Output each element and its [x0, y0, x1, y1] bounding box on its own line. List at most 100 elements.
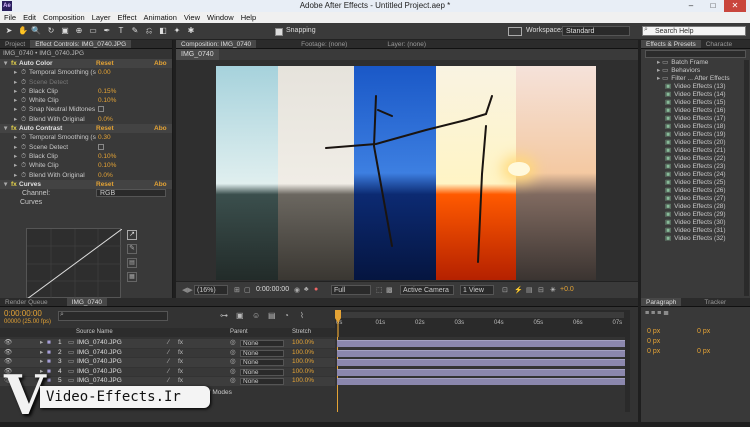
- parent-select[interactable]: None: [240, 349, 284, 357]
- timeline-scrollbar[interactable]: [625, 310, 630, 412]
- exposure-icon[interactable]: ✳: [550, 286, 556, 294]
- expand-layer-icon[interactable]: ▸: [40, 349, 43, 358]
- layer-source-icon[interactable]: ▭: [68, 358, 74, 367]
- resolution-select[interactable]: Full: [331, 285, 371, 295]
- align-right-icon[interactable]: ≡: [657, 310, 661, 317]
- space-after[interactable]: 0 px: [697, 348, 710, 355]
- about-button[interactable]: Abo: [154, 59, 167, 68]
- composition-viewer[interactable]: [216, 66, 596, 280]
- stopwatch-icon[interactable]: ⏱: [21, 96, 26, 105]
- effect-property[interactable]: ▸ ⏱ Scene Detect: [0, 143, 172, 152]
- minimize-button[interactable]: –: [680, 0, 702, 12]
- effects-tree-item[interactable]: ▣ Video Effects (25): [657, 179, 750, 187]
- stopwatch-icon[interactable]: ⏱: [21, 133, 26, 142]
- effects-tree-item[interactable]: ▣ Video Effects (22): [657, 155, 750, 163]
- effects-tree-item[interactable]: ▸ ▭ Behaviors: [657, 67, 750, 75]
- close-button[interactable]: ✕: [724, 0, 746, 12]
- about-button[interactable]: Abo: [154, 124, 167, 133]
- brush-tool-icon[interactable]: ✎: [130, 26, 140, 36]
- effects-tree-item[interactable]: ▣ Video Effects (23): [657, 163, 750, 171]
- effect-property[interactable]: ▸ ⏱ Scene Detect: [0, 78, 172, 87]
- snapping-checkbox[interactable]: [275, 28, 283, 36]
- menu-edit[interactable]: Edit: [19, 12, 39, 22]
- effects-scrollbar[interactable]: [744, 60, 749, 296]
- stretch-value[interactable]: 100.0%: [292, 368, 314, 377]
- effect-property[interactable]: ▸ ⏱ Snap Neutral Midtones: [0, 105, 172, 114]
- effect-property[interactable]: ▸ ⏱ Blend With Original 0.0%: [0, 171, 172, 180]
- expand-triangle-icon[interactable]: ▸: [14, 87, 17, 96]
- work-area-bar[interactable]: [339, 312, 624, 318]
- reset-button[interactable]: Reset: [96, 124, 114, 133]
- expand-triangle-icon[interactable]: ▸: [14, 133, 17, 142]
- fx-icon[interactable]: fx: [11, 124, 17, 133]
- expand-triangle-icon[interactable]: ▾: [4, 59, 7, 68]
- fx-icon[interactable]: fx: [11, 59, 17, 68]
- selection-tool-icon[interactable]: ➤: [4, 26, 14, 36]
- effects-tree-item[interactable]: ▸ ▭ Filter ... After Effects: [657, 75, 750, 83]
- layer-source-icon[interactable]: ▭: [68, 349, 74, 358]
- expand-triangle-icon[interactable]: ▸: [14, 152, 17, 161]
- effect-header[interactable]: ▾ fx Curves Reset Abo: [0, 179, 172, 190]
- reset-button[interactable]: Reset: [96, 59, 114, 68]
- layer-name[interactable]: IMG_0740.JPG: [77, 358, 122, 367]
- tab-composition[interactable]: Composition: IMG_0740: [176, 40, 257, 48]
- rotate-tool-icon[interactable]: ↻: [46, 26, 56, 36]
- effects-tree-item[interactable]: ▣ Video Effects (18): [657, 123, 750, 131]
- shy-switch-icon[interactable]: ⁄: [168, 349, 169, 358]
- type-tool-icon[interactable]: T: [116, 26, 126, 36]
- stopwatch-icon[interactable]: ⏱: [21, 78, 26, 87]
- fx-switch-icon[interactable]: fx: [178, 358, 183, 367]
- layer-name[interactable]: IMG_0740.JPG: [77, 339, 122, 348]
- expand-triangle-icon[interactable]: ▸: [14, 161, 17, 170]
- layer-name[interactable]: IMG_0740.JPG: [77, 349, 122, 358]
- stopwatch-icon[interactable]: ⏱: [21, 152, 26, 161]
- frame-blending-icon[interactable]: ▤: [268, 311, 276, 320]
- expand-triangle-icon[interactable]: ▸: [14, 105, 17, 114]
- show-snapshot-icon[interactable]: ♣: [304, 286, 309, 293]
- parent-pickwhip-icon[interactable]: ◎: [230, 349, 236, 358]
- mask-tool-icon[interactable]: ▭: [88, 26, 98, 36]
- stretch-value[interactable]: 100.0%: [292, 358, 314, 367]
- expand-triangle-icon[interactable]: ▸: [14, 171, 17, 180]
- tab-effects-presets[interactable]: Effects & Presets: [641, 40, 701, 48]
- tab-effect-controls[interactable]: Effect Controls: IMG_0740.JPG: [30, 40, 132, 48]
- indent-right[interactable]: 0 px: [697, 328, 710, 335]
- layer-row[interactable]: 👁 ▸ ■ 2 ▭ IMG_0740.JPG ⁄ fx ◎ 100.0% None: [0, 348, 335, 358]
- parent-pickwhip-icon[interactable]: ◎: [230, 339, 236, 348]
- layer-row[interactable]: 👁 ▸ ■ 1 ▭ IMG_0740.JPG ⁄ fx ◎ 100.0% None: [0, 339, 335, 348]
- property-value[interactable]: 0.00: [98, 68, 111, 77]
- parent-select[interactable]: None: [240, 378, 284, 385]
- tab-footage[interactable]: Footage: (none): [296, 40, 352, 48]
- time-ruler[interactable]: 0s 01s 02s 03s 04s 05s 06s 07s: [335, 310, 625, 337]
- maximize-button[interactable]: □: [702, 0, 724, 12]
- effects-tree-item[interactable]: ▣ Video Effects (24): [657, 171, 750, 179]
- hand-tool-icon[interactable]: ✋: [18, 26, 28, 36]
- menu-animation[interactable]: Animation: [140, 12, 180, 22]
- curves-graph[interactable]: [26, 228, 123, 300]
- timeline-icon[interactable]: ▤: [526, 286, 533, 294]
- layer-duration-bar[interactable]: [337, 340, 625, 347]
- layer-source-icon[interactable]: ▭: [68, 339, 74, 348]
- parent-pickwhip-icon[interactable]: ◎: [230, 358, 236, 367]
- zoom-select[interactable]: (16%): [194, 285, 228, 295]
- camera-tool-icon[interactable]: ▣: [60, 26, 70, 36]
- workspace-select[interactable]: Standard: [562, 26, 630, 36]
- pen-tool-icon[interactable]: ✒: [102, 26, 112, 36]
- expand-triangle-icon[interactable]: ▾: [4, 124, 7, 133]
- stopwatch-icon[interactable]: ⏱: [21, 143, 26, 152]
- transparency-grid-icon[interactable]: ▩: [386, 286, 393, 294]
- grid-icon[interactable]: ⊞: [234, 286, 240, 294]
- comp-mini-flowchart-icon[interactable]: ⊶: [220, 311, 228, 320]
- shy-switch-icon[interactable]: ⁄: [168, 339, 169, 348]
- curve-tool-icon[interactable]: ↗: [127, 230, 137, 240]
- effects-tree-item[interactable]: ▣ Video Effects (32): [657, 235, 750, 243]
- effects-tree-item[interactable]: ▣ Video Effects (15): [657, 99, 750, 107]
- save-curve-icon[interactable]: ▦: [127, 272, 137, 282]
- effects-tree-item[interactable]: ▣ Video Effects (17): [657, 115, 750, 123]
- stopwatch-icon[interactable]: ⏱: [21, 87, 26, 96]
- property-value[interactable]: 0.30: [98, 133, 111, 142]
- expand-triangle-icon[interactable]: ▸: [14, 143, 17, 152]
- expand-triangle-icon[interactable]: ▸: [14, 68, 17, 77]
- eraser-tool-icon[interactable]: ◧: [158, 26, 168, 36]
- menu-window[interactable]: Window: [203, 12, 237, 22]
